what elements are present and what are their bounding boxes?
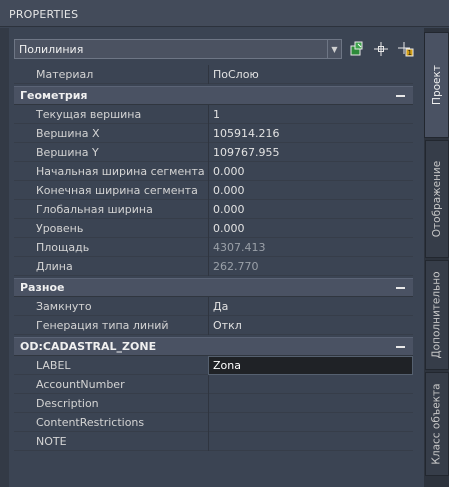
property-name: Глобальная ширина bbox=[36, 202, 153, 216]
svg-text:1: 1 bbox=[408, 49, 412, 57]
tab-label: Класс объекта bbox=[431, 383, 443, 465]
property-name: AccountNumber bbox=[36, 377, 125, 391]
property-value[interactable]: 0.000 bbox=[208, 161, 413, 181]
property-name: LABEL bbox=[36, 358, 71, 372]
category-misc[interactable]: Разное bbox=[14, 278, 413, 297]
category-title: Разное bbox=[20, 281, 65, 294]
collapse-icon[interactable] bbox=[396, 286, 405, 289]
property-row[interactable]: Конечная ширина сегмента 0.000 bbox=[14, 180, 413, 200]
tab-label: Проект bbox=[430, 65, 443, 105]
property-row: Длина 262.770 bbox=[14, 256, 413, 276]
property-row[interactable]: Начальная ширина сегмента 0.000 bbox=[14, 161, 413, 181]
property-value[interactable] bbox=[208, 412, 413, 432]
property-row[interactable]: LABEL Zona bbox=[14, 355, 413, 375]
property-row[interactable]: NOTE bbox=[14, 431, 413, 451]
toggle-pickadd-icon: 1 bbox=[398, 42, 414, 57]
property-name: Вершина X bbox=[36, 126, 100, 140]
property-value[interactable] bbox=[208, 374, 413, 394]
property-name: Конечная ширина сегмента bbox=[36, 183, 198, 197]
property-value[interactable]: ПоСлою bbox=[208, 64, 413, 84]
property-row[interactable]: Текущая вершина 1 bbox=[14, 104, 413, 124]
collapse-icon[interactable] bbox=[396, 94, 405, 97]
property-name: Начальная ширина сегмента bbox=[36, 164, 205, 178]
property-name: Материал bbox=[36, 67, 94, 81]
property-value[interactable] bbox=[208, 393, 413, 413]
property-value[interactable]: 105914.216 bbox=[208, 123, 413, 143]
tab-object-class[interactable]: Класс объекта bbox=[425, 372, 449, 476]
property-row[interactable]: Уровень 0.000 bbox=[14, 218, 413, 238]
tab-display[interactable]: Отображение bbox=[425, 140, 449, 258]
category-title: Геометрия bbox=[20, 89, 88, 102]
properties-palette: PROPERTIES Полилиния ▼ 1 Материал ПоСлою… bbox=[0, 0, 449, 487]
select-objects-icon bbox=[374, 42, 388, 56]
property-value-readonly: 4307.413 bbox=[208, 237, 413, 257]
tab-label: Дополнительно bbox=[431, 271, 443, 359]
property-grid: Материал ПоСлою Геометрия Текущая вершин… bbox=[14, 64, 413, 451]
collapse-icon[interactable] bbox=[396, 345, 405, 348]
property-value[interactable]: Да bbox=[208, 296, 413, 316]
chevron-down-icon[interactable]: ▼ bbox=[327, 40, 341, 58]
property-value-editing[interactable]: Zona bbox=[208, 355, 413, 375]
palette-title: PROPERTIES bbox=[9, 8, 79, 21]
palette-left-strip bbox=[0, 28, 9, 487]
property-name: NOTE bbox=[36, 434, 67, 448]
property-row[interactable]: Замкнуто Да bbox=[14, 296, 413, 316]
palette-tab-strip: Проект Отображение Дополнительно Класс о… bbox=[424, 28, 449, 487]
quick-select-button[interactable] bbox=[348, 40, 366, 58]
tab-extended[interactable]: Дополнительно bbox=[425, 260, 449, 370]
object-type-dropdown[interactable]: Полилиния ▼ bbox=[14, 39, 342, 59]
object-type-value: Полилиния bbox=[19, 42, 84, 56]
property-name: Уровень bbox=[36, 221, 84, 235]
property-row[interactable]: Генерация типа линий Откл bbox=[14, 315, 413, 335]
palette-title-bar[interactable]: PROPERTIES bbox=[0, 0, 449, 27]
property-name: Вершина Y bbox=[36, 145, 99, 159]
property-name: Description bbox=[36, 396, 99, 410]
property-name: ContentRestrictions bbox=[36, 415, 145, 429]
property-value[interactable]: 0.000 bbox=[208, 180, 413, 200]
property-row[interactable]: AccountNumber bbox=[14, 374, 413, 394]
property-value[interactable]: 109767.955 bbox=[208, 142, 413, 162]
category-geometry[interactable]: Геометрия bbox=[14, 86, 413, 105]
property-row[interactable]: Глобальная ширина 0.000 bbox=[14, 199, 413, 219]
property-name: Площадь bbox=[36, 240, 90, 254]
property-value[interactable]: 1 bbox=[208, 104, 413, 124]
property-value-readonly: 262.770 bbox=[208, 256, 413, 276]
property-name: Генерация типа линий bbox=[36, 318, 169, 332]
property-row: Площадь 4307.413 bbox=[14, 237, 413, 257]
quick-select-icon bbox=[350, 41, 363, 56]
property-row[interactable]: ContentRestrictions bbox=[14, 412, 413, 432]
property-value[interactable] bbox=[208, 431, 413, 451]
property-row[interactable]: Вершина Y 109767.955 bbox=[14, 142, 413, 162]
tab-project[interactable]: Проект bbox=[424, 32, 449, 138]
property-row[interactable]: Вершина X 105914.216 bbox=[14, 123, 413, 143]
property-row-material[interactable]: Материал ПоСлою bbox=[14, 64, 413, 84]
property-name: Текущая вершина bbox=[36, 107, 142, 121]
category-title: OD:CADASTRAL_ZONE bbox=[20, 340, 157, 353]
property-value[interactable]: 0.000 bbox=[208, 199, 413, 219]
select-objects-button[interactable] bbox=[372, 40, 390, 58]
toggle-pickadd-button[interactable]: 1 bbox=[397, 40, 415, 58]
property-name: Длина bbox=[36, 259, 73, 273]
property-value[interactable]: 0.000 bbox=[208, 218, 413, 238]
property-name: Замкнуто bbox=[36, 299, 92, 313]
property-row[interactable]: Description bbox=[14, 393, 413, 413]
category-od-cadastral-zone[interactable]: OD:CADASTRAL_ZONE bbox=[14, 337, 413, 356]
tab-label: Отображение bbox=[431, 160, 444, 238]
property-value[interactable]: Откл bbox=[208, 315, 413, 335]
